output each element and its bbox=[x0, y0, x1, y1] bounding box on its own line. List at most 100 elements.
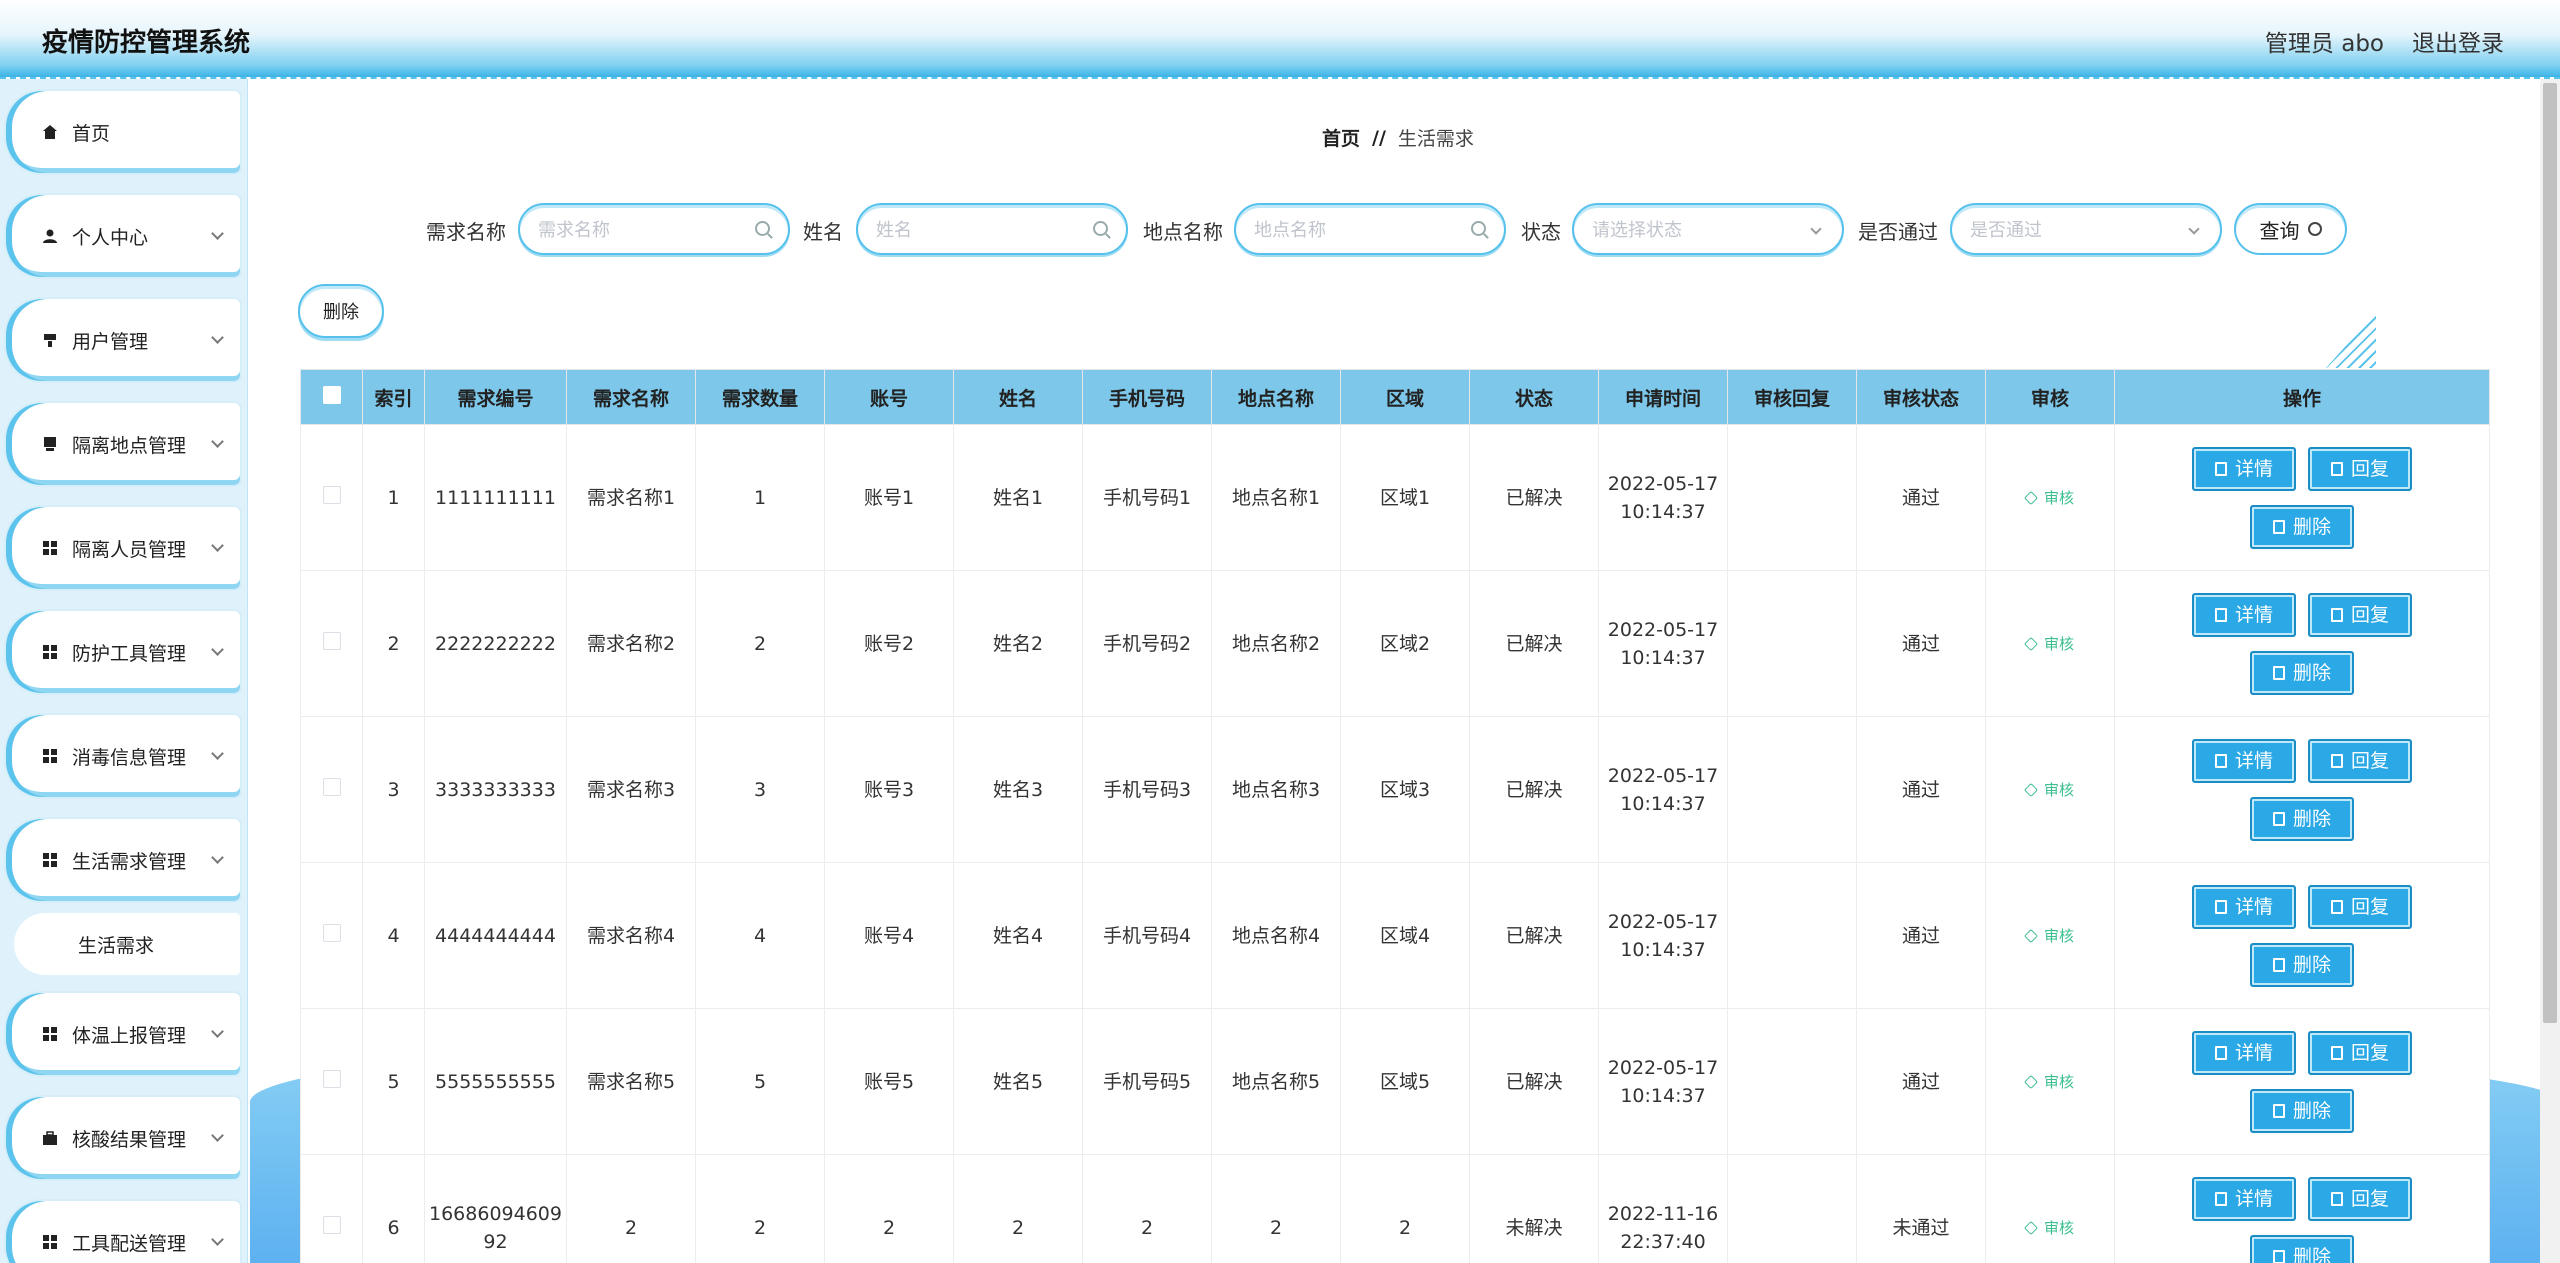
audit-link[interactable]: 审核 bbox=[2023, 927, 2074, 945]
sidebar-item-disinfection-mgmt[interactable]: 消毒信息管理 bbox=[6, 715, 240, 797]
breadcrumb: 首页 // 生活需求 bbox=[1322, 124, 1474, 151]
delete-button[interactable]: 删除 bbox=[2250, 942, 2354, 987]
detail-button[interactable]: 详情 bbox=[2192, 446, 2296, 491]
sidebar-item-tool-delivery-mgmt[interactable]: 工具配送管理 bbox=[6, 1201, 240, 1263]
row-select-checkbox[interactable] bbox=[322, 923, 341, 942]
chevron-down-icon bbox=[211, 747, 224, 760]
reply-button-label: 回复 bbox=[2350, 749, 2389, 772]
cell-demand-no: 5555555555 bbox=[424, 1008, 567, 1155]
header-area: 区域 bbox=[1340, 369, 1470, 425]
reply-button[interactable]: 回复 bbox=[2308, 1176, 2412, 1221]
audit-link-label: 审核 bbox=[2043, 927, 2074, 945]
reply-button[interactable]: 回复 bbox=[2308, 592, 2412, 637]
delete-button-label: 删除 bbox=[2292, 953, 2331, 976]
chevron-down-icon bbox=[1810, 223, 1822, 235]
cell-status: 未解决 bbox=[1469, 1154, 1599, 1263]
document-icon bbox=[2330, 1191, 2343, 1206]
sidebar-item-isolation-people-mgmt[interactable]: 隔离人员管理 bbox=[6, 507, 240, 589]
audit-link[interactable]: 审核 bbox=[2023, 1219, 2074, 1237]
query-button[interactable]: 查询 bbox=[2234, 203, 2347, 255]
header-select-all[interactable] bbox=[300, 369, 363, 425]
cell-area: 区域5 bbox=[1340, 1008, 1470, 1155]
cell-operations: 详情 回复删除 bbox=[2114, 1154, 2490, 1263]
status-select[interactable]: 请选择状态 bbox=[1572, 203, 1844, 255]
trash-icon bbox=[2272, 519, 2285, 534]
delete-button[interactable]: 删除 bbox=[2250, 504, 2354, 549]
select-all-checkbox[interactable] bbox=[322, 385, 341, 404]
detail-button[interactable]: 详情 bbox=[2192, 1176, 2296, 1221]
pass-select[interactable]: 是否通过 bbox=[1950, 203, 2222, 255]
chevron-down-icon bbox=[211, 539, 224, 552]
cell-person: 姓名5 bbox=[953, 1008, 1083, 1155]
row-select-checkbox[interactable] bbox=[322, 485, 341, 504]
row-select-checkbox[interactable] bbox=[322, 631, 341, 650]
delete-button[interactable]: 删除 bbox=[2250, 650, 2354, 695]
row-select-checkbox[interactable] bbox=[322, 777, 341, 796]
demand-name-placeholder: 需求名称 bbox=[538, 220, 610, 241]
document-icon bbox=[2214, 1045, 2227, 1060]
cell-audit-reply bbox=[1727, 424, 1857, 571]
audit-link[interactable]: 审核 bbox=[2023, 489, 2074, 507]
sidebar-item-isolation-site-mgmt[interactable]: 隔离地点管理 bbox=[6, 403, 240, 485]
detail-button[interactable]: 详情 bbox=[2192, 1030, 2296, 1075]
demand-name-input[interactable]: 需求名称 bbox=[518, 203, 790, 255]
cell-demand-qty: 1 bbox=[695, 424, 825, 571]
logout-link[interactable]: 退出登录 bbox=[2412, 24, 2504, 58]
person-name-input[interactable]: 姓名 bbox=[856, 203, 1128, 255]
reply-button[interactable]: 回复 bbox=[2308, 446, 2412, 491]
sidebar-item-home[interactable]: 首页 bbox=[6, 91, 240, 173]
detail-button[interactable]: 详情 bbox=[2192, 592, 2296, 637]
place-name-input[interactable]: 地点名称 bbox=[1234, 203, 1506, 255]
apply-date: 2022-11-16 bbox=[1607, 1202, 1719, 1225]
sidebar-item-label: 核酸结果管理 bbox=[72, 1128, 187, 1151]
chevron-down-icon bbox=[211, 1025, 224, 1038]
cell-audit: 审核 bbox=[1985, 1008, 2115, 1155]
row-checkbox bbox=[300, 1154, 363, 1263]
row-select-checkbox[interactable] bbox=[322, 1069, 341, 1088]
cell-place: 2 bbox=[1211, 1154, 1341, 1263]
edit-icon bbox=[2023, 490, 2039, 506]
apply-clock: 10:14:37 bbox=[1620, 1084, 1706, 1107]
document-icon bbox=[2330, 899, 2343, 914]
cell-demand-no: 2222222222 bbox=[424, 570, 567, 717]
cell-audit-reply bbox=[1727, 862, 1857, 1009]
sidebar-item-temperature-mgmt[interactable]: 体温上报管理 bbox=[6, 993, 240, 1075]
top-header: 疫情防控管理系统 管理员 abo 退出登录 bbox=[0, 0, 2560, 79]
sidebar-subitem-living-needs[interactable]: 生活需求 bbox=[14, 913, 240, 975]
detail-button[interactable]: 详情 bbox=[2192, 884, 2296, 929]
delete-button-label: 删除 bbox=[2292, 1099, 2331, 1122]
cell-demand-no: 1111111111 bbox=[424, 424, 567, 571]
breadcrumb-home[interactable]: 首页 bbox=[1322, 124, 1360, 151]
delete-button[interactable]: 删除 bbox=[2250, 796, 2354, 841]
delete-button[interactable]: 删除 bbox=[2250, 1088, 2354, 1133]
cell-audit-status: 通过 bbox=[1856, 862, 1986, 1009]
cell-person: 姓名2 bbox=[953, 570, 1083, 717]
cell-demand-no: 3333333333 bbox=[424, 716, 567, 863]
row-select-checkbox[interactable] bbox=[322, 1215, 341, 1234]
batch-delete-button[interactable]: 删除 bbox=[298, 284, 384, 338]
cell-apply-time: 2022-05-17 10:14:37 bbox=[1598, 1008, 1728, 1155]
scrollbar-thumb[interactable] bbox=[2543, 83, 2557, 1023]
cell-audit: 审核 bbox=[1985, 716, 2115, 863]
breadcrumb-separator: // bbox=[1372, 126, 1386, 149]
audit-link[interactable]: 审核 bbox=[2023, 1073, 2074, 1091]
audit-link[interactable]: 审核 bbox=[2023, 635, 2074, 653]
cell-area: 区域1 bbox=[1340, 424, 1470, 571]
detail-button[interactable]: 详情 bbox=[2192, 738, 2296, 783]
sidebar-item-protective-tools-mgmt[interactable]: 防护工具管理 bbox=[6, 611, 240, 693]
audit-link-label: 审核 bbox=[2043, 489, 2074, 507]
sidebar-item-nucleic-acid-mgmt[interactable]: 核酸结果管理 bbox=[6, 1097, 240, 1179]
cell-audit-reply bbox=[1727, 1008, 1857, 1155]
sidebar-item-living-needs-mgmt[interactable]: 生活需求管理 bbox=[6, 819, 240, 901]
sidebar-item-personal-center[interactable]: 个人中心 bbox=[6, 195, 240, 277]
reply-button[interactable]: 回复 bbox=[2308, 1030, 2412, 1075]
delete-button[interactable]: 删除 bbox=[2250, 1234, 2354, 1263]
audit-link[interactable]: 审核 bbox=[2023, 781, 2074, 799]
cell-person: 姓名1 bbox=[953, 424, 1083, 571]
sidebar-item-user-mgmt[interactable]: 用户管理 bbox=[6, 299, 240, 381]
document-icon bbox=[2330, 461, 2343, 476]
reply-button[interactable]: 回复 bbox=[2308, 738, 2412, 783]
location-icon bbox=[44, 437, 56, 451]
cell-demand-no: 4444444444 bbox=[424, 862, 567, 1009]
reply-button[interactable]: 回复 bbox=[2308, 884, 2412, 929]
